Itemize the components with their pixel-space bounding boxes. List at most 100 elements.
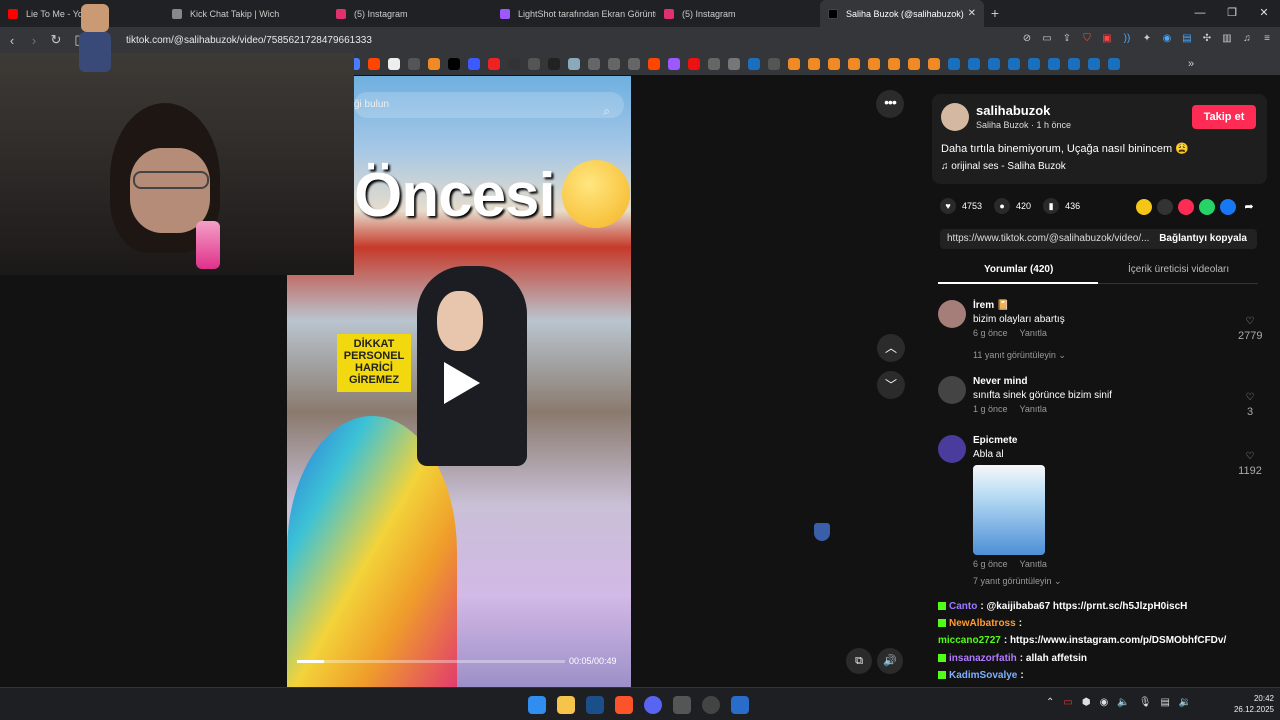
commenter-avatar[interactable] — [938, 300, 966, 328]
share-arrow-icon[interactable]: ➦ — [1241, 199, 1257, 215]
brave-shield-icon[interactable]: ⛉ — [1080, 31, 1094, 47]
commenter-name[interactable]: İrem 📔 — [973, 300, 1009, 311]
steam-icon[interactable] — [988, 58, 1000, 70]
bookmark-icon[interactable] — [368, 58, 380, 70]
extension-icon[interactable]: ▣ — [1100, 31, 1114, 47]
discord-icon[interactable] — [644, 696, 662, 714]
commenter-name[interactable]: Epicmete — [973, 435, 1017, 446]
brave-icon[interactable] — [615, 696, 633, 714]
bookmark-icon[interactable] — [828, 58, 840, 70]
tab-instagram[interactable]: (5) Instagram — [328, 0, 492, 27]
comment-stat[interactable]: ● 420 — [994, 198, 1031, 214]
steam-tray-icon[interactable]: ◉ — [1100, 697, 1109, 708]
whatsapp-icon[interactable] — [1199, 199, 1215, 215]
speaker-icon[interactable]: 🔈 — [1117, 697, 1129, 708]
comment-like-icon[interactable]: ♡ — [1238, 451, 1262, 462]
coin-icon[interactable] — [1136, 199, 1152, 215]
app-icon[interactable] — [702, 696, 720, 714]
save-stat[interactable]: ▮ 436 — [1043, 198, 1080, 214]
app-icon[interactable] — [673, 696, 691, 714]
reload-icon[interactable]: ↻ — [46, 32, 66, 48]
play-icon[interactable] — [444, 362, 480, 404]
bookmark-icon[interactable] — [468, 58, 480, 70]
steam-icon[interactable] — [1068, 58, 1080, 70]
url-field[interactable]: tiktok.com/@salihabuzok/video/7585621728… — [126, 35, 372, 46]
restore-icon[interactable]: ❐ — [1216, 0, 1248, 27]
bookmark-icon[interactable] — [908, 58, 920, 70]
view-replies-button[interactable]: 11 yanıt görüntüleyin ⌄ — [973, 350, 1066, 361]
facebook-icon[interactable] — [1220, 199, 1236, 215]
extension-icon[interactable]: ◉ — [1160, 31, 1174, 47]
sound-link[interactable]: ♫ orijinal ses - Saliha Buzok — [941, 161, 1066, 172]
steam-icon[interactable] — [1048, 58, 1060, 70]
view-replies-button[interactable]: 7 yanıt görüntüleyin ⌄ — [973, 576, 1062, 587]
video-progress-bar[interactable] — [297, 660, 565, 663]
bookmark-icon[interactable] — [788, 58, 800, 70]
more-options-button[interactable]: ••• — [876, 90, 904, 118]
bookmark-icon[interactable] — [488, 58, 500, 70]
steam-icon[interactable] — [948, 58, 960, 70]
media-icon[interactable]: ♫ — [1240, 31, 1254, 47]
extension-icon[interactable]: )) — [1120, 31, 1134, 47]
next-video-button[interactable]: ﹀ — [877, 371, 905, 399]
follow-button[interactable]: Takip et — [1192, 105, 1256, 129]
more-bookmarks-icon[interactable]: » — [1188, 58, 1194, 70]
microphone-icon[interactable]: 🎙 — [1139, 697, 1152, 708]
bookmark-icon[interactable] — [888, 58, 900, 70]
author-username[interactable]: salihabuzok — [976, 103, 1050, 118]
bookmark-icon[interactable] — [588, 58, 600, 70]
share-link-field[interactable]: https://www.tiktok.com/@salihabuzok/vide… — [940, 229, 1257, 249]
bookmark-icon[interactable] — [548, 58, 560, 70]
bookmark-icon[interactable] — [848, 58, 860, 70]
bookmark-icon[interactable] — [608, 58, 620, 70]
menu-icon[interactable]: ≡ — [1260, 31, 1274, 47]
volume-icon[interactable]: 🔊 — [877, 648, 903, 674]
folder-icon[interactable] — [728, 58, 740, 70]
reply-button[interactable]: Yanıtla — [1020, 404, 1047, 414]
search-input[interactable]: ği bulun ⌕ — [354, 92, 624, 118]
tray-app-icon[interactable]: ⬢ — [1082, 697, 1091, 708]
steam-icon[interactable] — [586, 696, 604, 714]
forward-icon[interactable]: › — [24, 33, 44, 48]
bookmark-icon[interactable] — [868, 58, 880, 70]
battery-icon[interactable]: ▭ — [1063, 697, 1072, 708]
steam-icon[interactable] — [1108, 58, 1120, 70]
sidebar-icon[interactable]: ▥ — [1220, 31, 1234, 47]
previous-video-button[interactable]: ︿ — [877, 334, 905, 362]
commenter-name[interactable]: Never mind — [973, 376, 1027, 387]
tab-lightshot[interactable]: LightShot tarafından Ekran Görüntüsü — [492, 0, 656, 27]
author-avatar[interactable] — [941, 103, 969, 131]
bookmark-icon[interactable] — [448, 58, 460, 70]
file-explorer-icon[interactable] — [557, 696, 575, 714]
new-tab-button[interactable]: + — [984, 0, 1006, 27]
comment-like-icon[interactable]: ♡ — [1238, 316, 1262, 327]
bookmark-icon[interactable] — [648, 58, 660, 70]
commenter-avatar[interactable] — [938, 376, 966, 404]
comment-like-icon[interactable]: ♡ — [1238, 392, 1262, 403]
tab-kick-chat[interactable]: Kick Chat Takip | Wich — [164, 0, 328, 27]
bookmark-icon[interactable] — [808, 58, 820, 70]
bookmark-icon[interactable] — [928, 58, 940, 70]
bookmark-icon[interactable] — [508, 58, 520, 70]
bookmark-icon[interactable] — [708, 58, 720, 70]
tab-creator-videos[interactable]: İçerik üreticisi videoları — [1128, 264, 1229, 275]
steam-icon[interactable] — [1088, 58, 1100, 70]
bookmark-icon[interactable] — [428, 58, 440, 70]
app-icon[interactable] — [731, 696, 749, 714]
network-icon[interactable]: ▤ — [1160, 697, 1169, 708]
minimize-icon[interactable]: — — [1184, 0, 1216, 27]
reply-button[interactable]: Yanıtla — [1020, 559, 1047, 569]
embed-icon[interactable] — [1157, 199, 1173, 215]
tab-tiktok[interactable]: Saliha Buzok (@salihabuzok) | TikTok✕ — [820, 0, 984, 27]
close-tab-icon[interactable]: ✕ — [968, 8, 976, 19]
back-icon[interactable]: ‹ — [2, 33, 22, 48]
cast-icon[interactable]: ▭ — [1040, 31, 1054, 47]
send-icon[interactable] — [1178, 199, 1194, 215]
extension-icon[interactable]: ▤ — [1180, 31, 1194, 47]
copy-link-button[interactable]: Bağlantıyı kopyala — [1159, 229, 1247, 249]
close-window-icon[interactable]: ✕ — [1248, 0, 1280, 27]
extension-icon[interactable]: ✦ — [1140, 31, 1154, 47]
reply-button[interactable]: Yanıtla — [1020, 328, 1047, 338]
bookmark-icon[interactable] — [628, 58, 640, 70]
reader-icon[interactable]: ⊘ — [1020, 31, 1034, 47]
